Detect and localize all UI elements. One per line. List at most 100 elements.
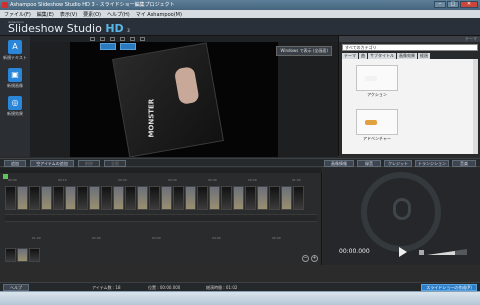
crop-icon[interactable] xyxy=(110,37,115,41)
preview-photo: MONSTER xyxy=(70,42,278,157)
ruler-tick: 00:30 xyxy=(168,178,177,182)
play-icon[interactable] xyxy=(399,247,407,257)
menu-view[interactable]: 表示(V) xyxy=(60,11,77,18)
create-slideshow-button[interactable]: スライドショーの作成(P) xyxy=(421,284,477,291)
zoom-in-icon[interactable]: + xyxy=(311,255,318,262)
menu-my-ashampoo[interactable]: マイ Ashampoo(M) xyxy=(136,11,182,18)
panel-title: テーマ xyxy=(465,36,477,41)
fullscreen-preview-button[interactable]: Windows で表示 (全画面) xyxy=(276,46,332,56)
theme-label: アドベンチャー xyxy=(363,136,391,141)
slide-thumbnail[interactable] xyxy=(233,186,244,210)
overview-thumbnail[interactable] xyxy=(29,248,40,262)
earbud-image xyxy=(173,66,200,105)
transition-button[interactable]: トランジション xyxy=(415,160,449,167)
theme-list: アクション アドベンチャー xyxy=(342,59,478,154)
slide-thumbnail[interactable] xyxy=(65,186,76,210)
timeline-ruler-top: 00:00 00:10 00:20 00:30 00:40 00:50 01:0… xyxy=(0,178,322,183)
theme-label: アクション xyxy=(367,92,387,97)
slide-thumbnail[interactable] xyxy=(161,186,172,210)
zoom-out-icon[interactable]: − xyxy=(302,255,309,262)
slide-thumbnail[interactable] xyxy=(125,186,136,210)
audio-track[interactable] xyxy=(5,214,317,222)
theme-item-action[interactable]: アクション xyxy=(356,65,398,98)
new-image-button[interactable]: ▣ 新規画像 xyxy=(3,68,27,94)
image-info-button[interactable]: 画像情報 xyxy=(324,160,354,167)
new-effect-button[interactable]: ◎ 新規効果 xyxy=(3,96,27,122)
slide-thumbnail[interactable] xyxy=(185,186,196,210)
credits-button[interactable]: クレジット xyxy=(384,160,412,167)
slide-thumbnail[interactable] xyxy=(5,186,16,210)
slide-thumbnail[interactable] xyxy=(221,186,232,210)
slide-thumbnail[interactable] xyxy=(209,186,220,210)
brand-hd: HD xyxy=(105,22,124,35)
photo-brand-text: MONSTER xyxy=(147,98,156,138)
app-icon xyxy=(2,2,8,8)
undo-icon[interactable] xyxy=(90,37,95,41)
ruler-tick: 00:10 xyxy=(58,178,67,182)
slide-thumbnail[interactable] xyxy=(257,186,268,210)
preview-mode-1[interactable] xyxy=(100,43,116,50)
menu-help[interactable]: ヘルプ(H) xyxy=(107,11,130,18)
music-button[interactable]: 音楽 xyxy=(452,160,476,167)
text-icon: A xyxy=(8,40,22,54)
preview-area: MONSTER Windows で表示 (全画面) xyxy=(30,42,338,157)
slide-thumbnail[interactable] xyxy=(113,186,124,210)
slide-thumbnail[interactable] xyxy=(41,186,52,210)
left-sidebar: A 新規テキスト ▣ 新規画像 ◎ 新規効果 xyxy=(0,36,30,156)
overview-thumbnail[interactable] xyxy=(17,248,28,262)
right-panel: テーマ すべてのカテゴリ テーマ 曲 サブタイトル 画像効果 経過 アクション … xyxy=(338,36,480,156)
ruler-tick: 02:00 xyxy=(92,236,101,240)
ruler-tick: 00:40 xyxy=(208,178,217,182)
zoom-icon[interactable] xyxy=(130,37,135,41)
panel-scrollbar[interactable] xyxy=(473,59,478,154)
volume-icon[interactable] xyxy=(419,250,424,255)
slide-thumbnail[interactable] xyxy=(77,186,88,210)
add-button[interactable]: 追加 xyxy=(4,160,26,167)
record-button[interactable]: 録音 xyxy=(357,160,381,167)
slide-thumbnail[interactable] xyxy=(53,186,64,210)
close-button[interactable]: ✕ xyxy=(460,1,478,8)
category-select[interactable]: すべてのカテゴリ xyxy=(342,44,478,51)
slide-thumbnail[interactable] xyxy=(101,186,112,210)
player-panel: 00:00.000 xyxy=(323,168,480,265)
os-taskbar xyxy=(0,291,480,305)
slide-thumbnail[interactable] xyxy=(293,186,304,210)
product-box: MONSTER xyxy=(112,42,224,157)
zoom-controls: − + xyxy=(302,255,318,262)
general-button[interactable]: 全般 xyxy=(104,160,126,167)
menu-file[interactable]: ファイル(F) xyxy=(4,11,31,18)
minimize-button[interactable]: – xyxy=(434,1,446,8)
redo-icon[interactable] xyxy=(100,37,105,41)
timeline-scrollbar[interactable] xyxy=(0,168,322,173)
grid-icon[interactable] xyxy=(140,37,145,41)
overview-thumbnail[interactable] xyxy=(5,248,16,262)
slide-thumbnail[interactable] xyxy=(197,186,208,210)
brand-logo: Slideshow Studio HD 3 xyxy=(8,22,130,35)
slide-thumbnail[interactable] xyxy=(89,186,100,210)
add-empty-items-button[interactable]: 空アイテムの追加 xyxy=(30,160,74,167)
action-bar: 追加 空アイテムの追加 削除 全般 画像情報 録音 クレジット トランジション … xyxy=(0,158,480,167)
slide-thumbnail[interactable] xyxy=(245,186,256,210)
ruler-tick: 04:00 xyxy=(212,236,221,240)
slide-thumbnail[interactable] xyxy=(137,186,148,210)
ruler-tick: 01:00 xyxy=(32,236,41,240)
window-title: Ashampoo Slideshow Studio HD 3 - スライドショー… xyxy=(10,2,175,8)
ruler-tick: 05:00 xyxy=(272,236,281,240)
preview-mode-2[interactable] xyxy=(120,43,136,50)
preview-tabs xyxy=(100,43,136,50)
slide-thumbnail[interactable] xyxy=(281,186,292,210)
delete-button[interactable]: 削除 xyxy=(78,160,100,167)
slide-thumbnail[interactable] xyxy=(29,186,40,210)
menu-edit[interactable]: 編集(E) xyxy=(37,11,54,18)
menu-elements[interactable]: 要素(O) xyxy=(83,11,101,18)
theme-item-adventure[interactable]: アドベンチャー xyxy=(356,109,398,142)
maximize-button[interactable]: □ xyxy=(447,1,459,8)
slide-thumbnail[interactable] xyxy=(269,186,280,210)
rotate-icon[interactable] xyxy=(120,37,125,41)
slide-thumbnail[interactable] xyxy=(149,186,160,210)
slide-thumbnail[interactable] xyxy=(173,186,184,210)
help-button[interactable]: ヘルプ xyxy=(3,284,29,291)
slide-thumbnail[interactable] xyxy=(17,186,28,210)
volume-slider[interactable] xyxy=(427,249,467,255)
new-text-button[interactable]: A 新規テキスト xyxy=(3,40,27,66)
